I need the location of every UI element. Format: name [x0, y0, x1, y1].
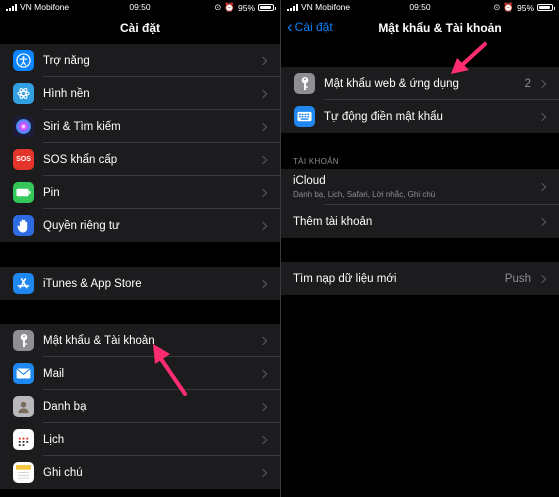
settings-row-quyen-rieng-tu[interactable]: Quyền riêng tư [0, 209, 280, 242]
notes-icon [13, 462, 34, 483]
row-value: 2 [524, 77, 531, 90]
fetch-new-data-row[interactable]: Tìm nạp dữ liệu mới Push [281, 262, 559, 295]
nav-bar: Cài đặt [0, 14, 280, 44]
battery-icon [537, 4, 555, 11]
settings-panel: VN Mobifone 09:50 ⊙ ⏰ 95% Cài đặt Trợ nă… [0, 0, 280, 497]
alarm-icon: ⏰ [503, 2, 514, 12]
wallpaper-icon [13, 83, 34, 104]
settings-row-sos-khan-cap[interactable]: SOS SOS khẩn cấp [0, 143, 280, 176]
page-title: Cài đặt [119, 21, 160, 35]
account-row-icloud[interactable]: iCloud Danh bạ, Lịch, Safari, Lời nhắc, G… [281, 169, 559, 205]
row-label: iCloud [293, 175, 326, 187]
fetch-group: Tìm nạp dữ liệu mới Push [281, 262, 559, 295]
settings-row-mat-khau-web-ung-dung[interactable]: Mật khẩu web & ứng dụng 2 [281, 67, 559, 100]
account-row-them-tai-khoan[interactable]: Thêm tài khoản [281, 205, 559, 238]
row-label: Hình nền [43, 87, 90, 100]
row-subtitle: Danh bạ, Lịch, Safari, Lời nhắc, Ghi chú [293, 190, 436, 199]
settings-group-store: iTunes & App Store [0, 267, 280, 300]
fetch-value: Push [504, 272, 531, 285]
settings-row-tro-nang[interactable]: Trợ năng [0, 44, 280, 77]
chevron-right-icon [258, 435, 268, 444]
passwords-group: Mật khẩu web & ứng dụng 2 Tự động điền mật… [281, 67, 559, 133]
settings-row-tu-dong-dien-mat-khau[interactable]: Tự động điền mật khẩu [281, 100, 559, 133]
orientation-lock-icon: ⊙ [214, 2, 222, 12]
mail-icon [13, 363, 34, 384]
chevron-right-icon [258, 468, 268, 477]
row-label: Tự động điền mật khẩu [324, 110, 443, 123]
battery-icon [13, 182, 34, 203]
settings-row-lich[interactable]: Lịch [0, 423, 280, 456]
chevron-right-icon [258, 402, 268, 411]
status-bar: VN Mobifone 09:50 ⊙ ⏰ 95% [281, 0, 559, 14]
chevron-right-icon [258, 369, 268, 378]
chevron-right-icon [258, 89, 268, 98]
page-title: Mật khẩu & Tài khoản [378, 21, 502, 35]
settings-group-general: Trợ năng Hình nền Siri & Tìm kiếm SOS SOS kh… [0, 44, 280, 242]
chevron-left-icon: ‹ [287, 17, 293, 36]
settings-row-pin[interactable]: Pin [0, 176, 280, 209]
passwords-accounts-panel: VN Mobifone 09:50 ⊙ ⏰ 95% ‹ Cài đặt Mật … [281, 0, 559, 497]
chevron-right-icon [258, 221, 268, 230]
row-label: Siri & Tìm kiếm [43, 120, 121, 133]
row-label: Mật khẩu web & ứng dụng [324, 77, 459, 90]
battery-percent: 95% [237, 2, 255, 13]
row-label: Lịch [43, 433, 65, 446]
chevron-right-icon [537, 112, 547, 121]
accounts-group: iCloud Danh bạ, Lịch, Safari, Lời nhắc, G… [281, 169, 559, 238]
settings-row-siri-tim-kiem[interactable]: Siri & Tìm kiếm [0, 110, 280, 143]
chevron-right-icon [537, 79, 547, 88]
chevron-right-icon [258, 188, 268, 197]
settings-row-itunes-app-store[interactable]: iTunes & App Store [0, 267, 280, 300]
accounts-section-header: TÀI KHOẢN [293, 157, 339, 166]
battery-icon [258, 4, 276, 11]
chevron-right-icon [537, 217, 547, 226]
row-label: Trợ năng [43, 54, 90, 67]
orientation-lock-icon: ⊙ [493, 2, 501, 12]
accessibility-icon [13, 50, 34, 71]
row-label: Mật khẩu & Tài khoản [43, 334, 155, 347]
alarm-icon: ⏰ [224, 2, 235, 12]
nav-bar: ‹ Cài đặt Mật khẩu & Tài khoản [281, 14, 559, 44]
settings-row-mail[interactable]: Mail [0, 357, 280, 390]
chevron-right-icon [537, 182, 547, 192]
sos-icon: SOS [13, 149, 34, 170]
chevron-right-icon [258, 122, 268, 131]
status-bar: VN Mobifone 09:50 ⊙ ⏰ 95% [0, 0, 280, 14]
row-label: Ghi chú [43, 466, 83, 479]
settings-row-danh-ba[interactable]: Danh bạ [0, 390, 280, 423]
row-label: Quyền riêng tư [43, 219, 120, 232]
row-label: Thêm tài khoản [293, 215, 373, 228]
settings-row-hinh-nen[interactable]: Hình nền [0, 77, 280, 110]
hand-icon [13, 215, 34, 236]
row-label: SOS khẩn cấp [43, 153, 118, 166]
row-label: Pin [43, 186, 60, 199]
chevron-right-icon [258, 56, 268, 65]
row-label: Mail [43, 367, 65, 380]
battery-percent: 95% [516, 2, 534, 13]
fetch-label: Tìm nạp dữ liệu mới [293, 272, 397, 285]
app-store-icon [13, 273, 34, 294]
chevron-right-icon [258, 155, 268, 164]
row-label: Danh bạ [43, 400, 87, 413]
siri-icon [13, 116, 34, 137]
calendar-icon [13, 429, 34, 450]
settings-row-mat-khau-tai-khoan[interactable]: Mật khẩu & Tài khoản [0, 324, 280, 357]
chevron-right-icon [258, 336, 268, 345]
settings-row-ghi-chu[interactable]: Ghi chú [0, 456, 280, 489]
key-icon [294, 73, 315, 94]
chevron-right-icon [537, 274, 547, 283]
contacts-icon [13, 396, 34, 417]
row-label: iTunes & App Store [43, 277, 142, 290]
settings-group-accounts: Mật khẩu & Tài khoản Mail Danh bạ Lịch Ghi c… [0, 324, 280, 489]
chevron-right-icon [258, 279, 268, 288]
key-icon [13, 330, 34, 351]
keyboard-icon [294, 106, 315, 127]
